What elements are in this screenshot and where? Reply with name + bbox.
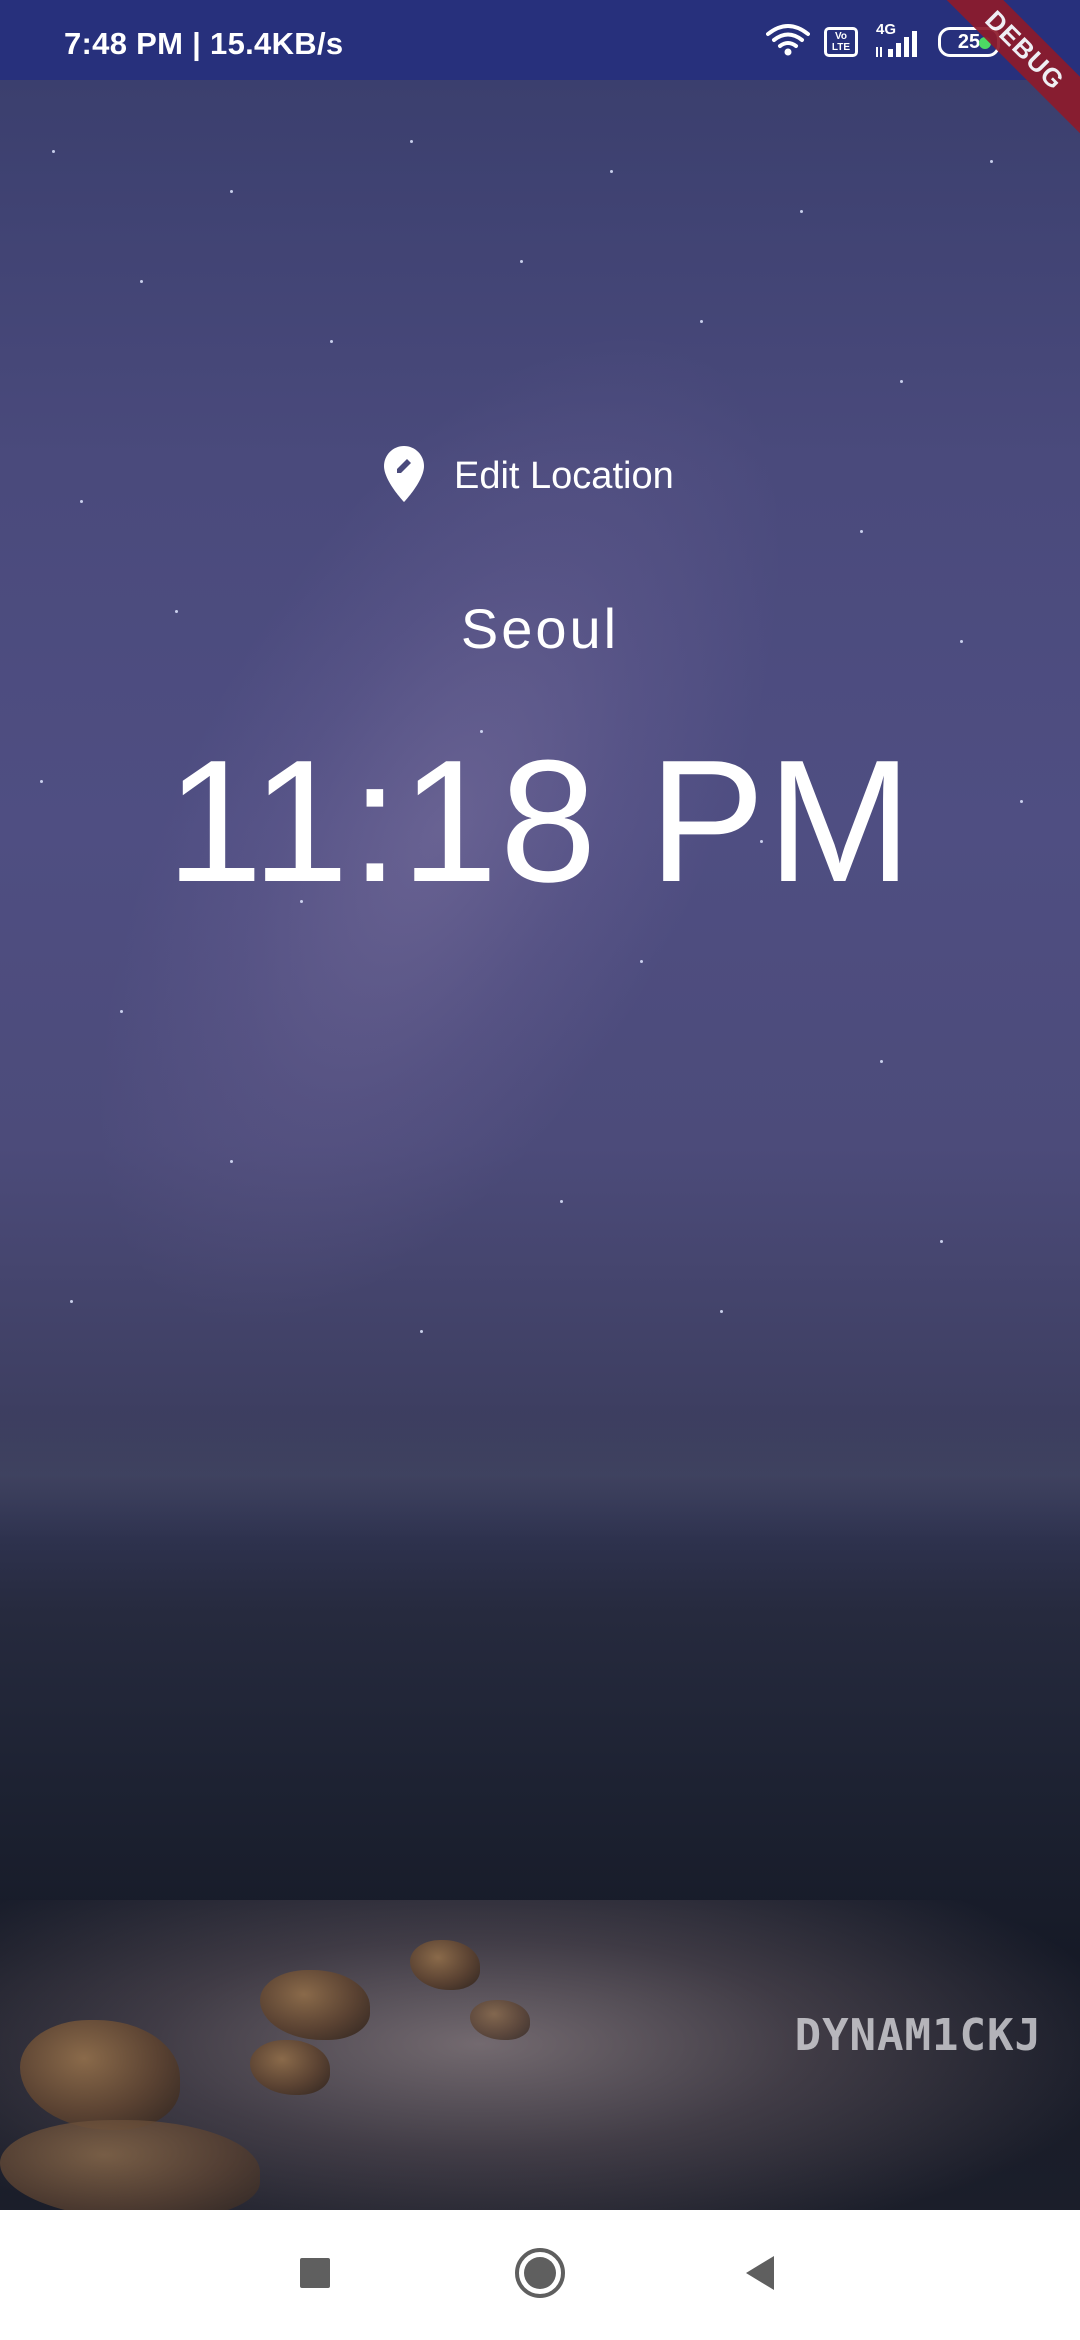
star xyxy=(560,1200,563,1203)
star xyxy=(520,260,523,263)
status-bar: 7:48 PM | 15.4KB/s Vo LTE 4G 25 DEBUG xyxy=(0,0,1080,142)
recents-button[interactable] xyxy=(285,2245,345,2305)
background-image: DYNAM1CKJ xyxy=(0,80,1080,2210)
star xyxy=(120,1010,123,1013)
star xyxy=(900,380,903,383)
status-icons: Vo LTE 4G 25 xyxy=(766,21,1000,62)
edit-location-pin-icon xyxy=(384,446,424,506)
edit-location-label: Edit Location xyxy=(454,454,674,497)
triangle-back-icon xyxy=(740,2253,780,2297)
star xyxy=(720,1310,723,1313)
home-button[interactable] xyxy=(510,2245,570,2305)
back-button[interactable] xyxy=(730,2245,790,2305)
battery-level: 25 xyxy=(957,31,981,53)
square-recents-icon xyxy=(298,2256,332,2294)
star xyxy=(52,150,55,153)
star xyxy=(80,500,83,503)
star xyxy=(420,1330,423,1333)
location-time: 11:18 PM xyxy=(166,723,914,918)
star xyxy=(230,190,233,193)
screen: 7:48 PM | 15.4KB/s Vo LTE 4G 25 DEBUG DY… xyxy=(0,0,1080,2340)
edit-location-button[interactable]: Edit Location xyxy=(384,446,674,506)
star xyxy=(700,320,703,323)
star xyxy=(140,280,143,283)
star xyxy=(990,160,993,163)
city-name: Seoul xyxy=(460,597,620,660)
star xyxy=(860,530,863,533)
navigation-bar xyxy=(0,2210,1080,2340)
star xyxy=(410,140,413,143)
horizon-haze xyxy=(0,1410,1080,1540)
volte-icon: Vo LTE xyxy=(824,27,858,57)
circle-home-icon xyxy=(513,2246,567,2304)
star xyxy=(610,170,613,173)
star xyxy=(330,340,333,343)
star xyxy=(70,1300,73,1303)
star xyxy=(640,960,643,963)
watermark-logo: DYNAM1CKJ xyxy=(794,2010,1042,2061)
star xyxy=(940,1240,943,1243)
star xyxy=(800,210,803,213)
star xyxy=(880,1060,883,1063)
star xyxy=(230,1160,233,1163)
status-time: 7:48 PM | 15.4KB/s xyxy=(64,26,344,61)
cell-signal-icon: 4G xyxy=(872,21,924,59)
wifi-icon xyxy=(766,23,810,61)
